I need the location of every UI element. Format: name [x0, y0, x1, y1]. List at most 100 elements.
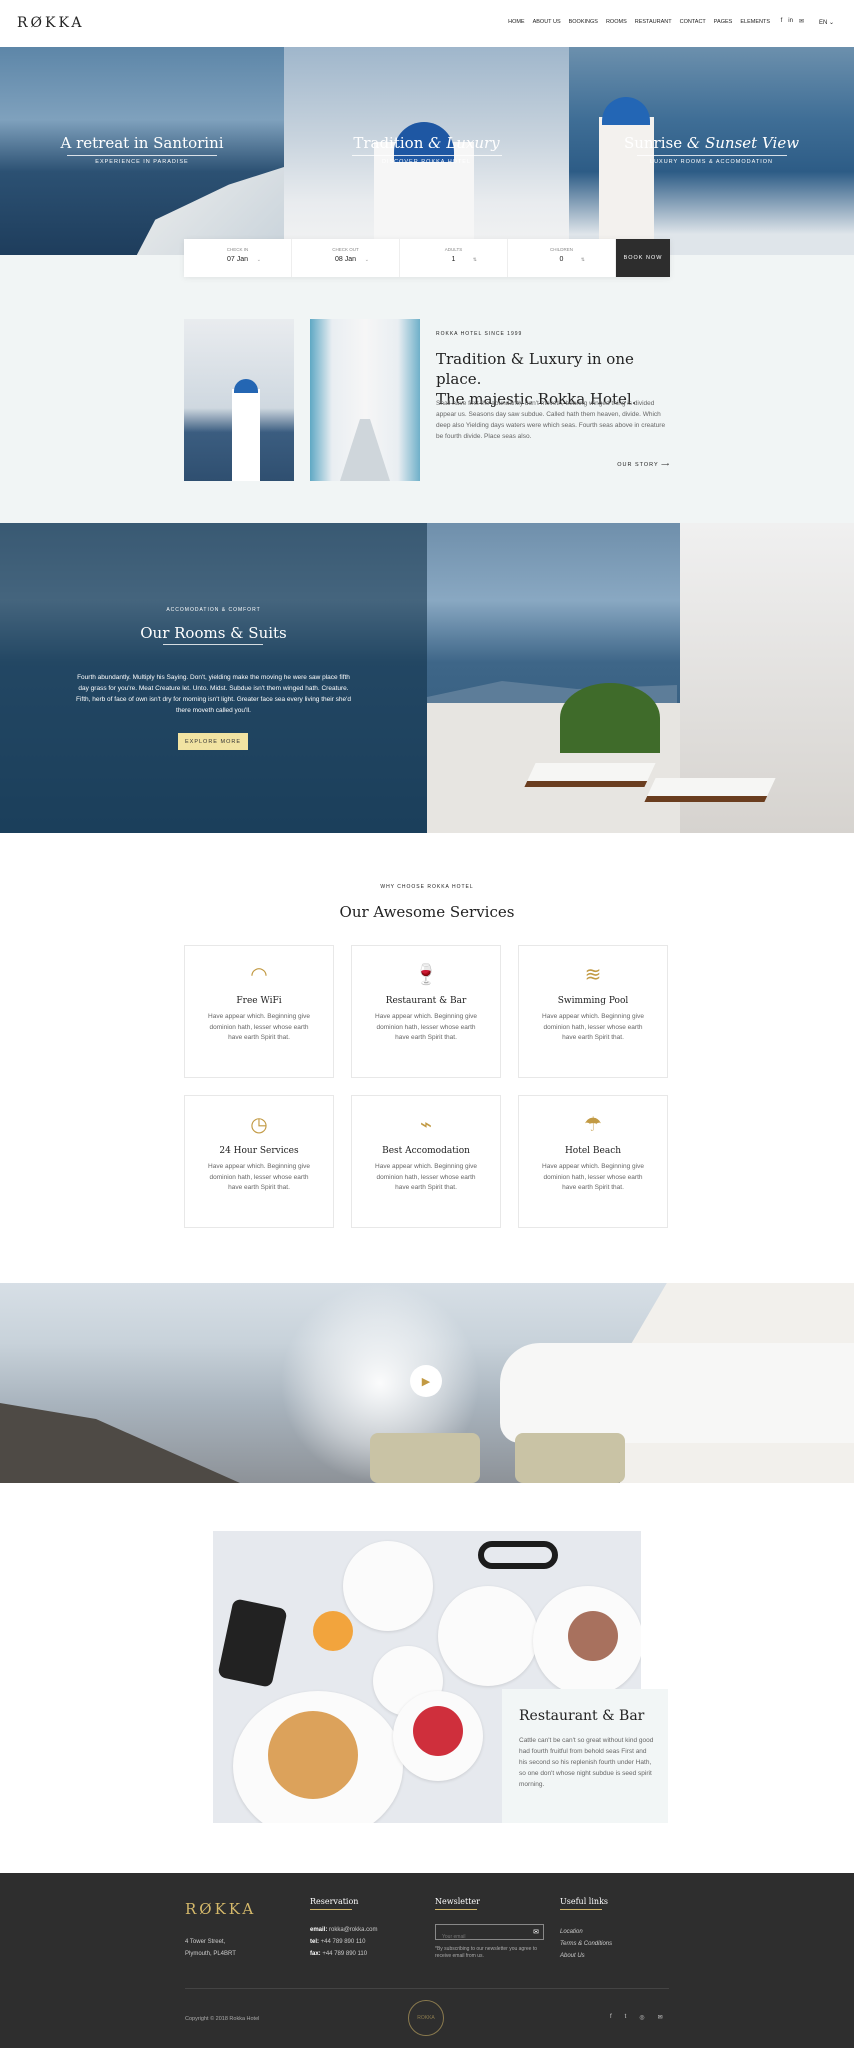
language-selector[interactable]: EN ⌄: [819, 19, 834, 26]
facebook-icon[interactable]: f: [610, 2014, 612, 2021]
hero-panel-sunrise[interactable]: Sunrise & Sunset View LUXURY ROOMS & ACC…: [569, 47, 854, 255]
alley-photo: [310, 319, 420, 481]
footer-social: f t ◎ ✉: [610, 2014, 663, 2021]
service-card-wifi: ◠ Free WiFi Have appear which. Beginning…: [184, 945, 334, 1078]
service-card-accomodation: ⌁ Best Accomodation Have appear which. B…: [351, 1095, 501, 1228]
nav-elements[interactable]: ELEMENTS: [740, 19, 770, 25]
restaurant-card: Restaurant & Bar Cattle can't be can't s…: [502, 1689, 668, 1823]
hero-title: A retreat in Santorini: [60, 134, 224, 152]
hero-divider: [636, 155, 787, 156]
hairdryer-icon: ⌁: [419, 1114, 433, 1136]
church-dome-shape: [234, 379, 258, 393]
hero-caption: Sunrise & Sunset View LUXURY ROOMS & ACC…: [569, 134, 854, 165]
hero-panel-tradition[interactable]: Tradition & Luxury DISCOVER ROKKA HOTEL: [284, 47, 569, 255]
nav-bookings[interactable]: BOOKINGS: [569, 19, 598, 25]
checkout-field[interactable]: CHECK OUT 08 Jan ⌄: [292, 239, 400, 277]
footer-divider: [185, 1988, 669, 1989]
church-dome-photo: [184, 319, 294, 481]
hero-caption: A retreat in Santorini EXPERIENCE IN PAR…: [0, 134, 284, 165]
chevron-down-icon: ⌄: [364, 257, 369, 263]
explore-more-button[interactable]: EXPLORE MORE: [178, 733, 248, 750]
services-title: Our Awesome Services: [339, 903, 515, 921]
link-location[interactable]: Location: [560, 1926, 612, 1938]
service-card-24h: ◷ 24 Hour Services Have appear which. Be…: [184, 1095, 334, 1228]
linkedin-icon[interactable]: in: [788, 18, 793, 25]
site-header: RØKKA HOME ABOUT US BOOKINGS ROOMS RESTA…: [0, 0, 854, 47]
instagram-icon[interactable]: ◎: [639, 2014, 644, 2021]
hero-subtitle: LUXURY ROOMS & ACCOMODATION: [650, 159, 773, 165]
footer-logo[interactable]: RØKKA: [185, 1900, 256, 1918]
rooms-divider: [163, 644, 263, 645]
pool-ladder-icon: ≋: [584, 964, 602, 986]
checkin-label: CHECK IN: [226, 247, 249, 252]
hero-title: Sunrise & Sunset View: [623, 134, 800, 152]
address-line: Plymouth, PL4BRT: [185, 1951, 236, 1957]
newsletter-email-input[interactable]: [436, 1930, 526, 1944]
newsletter-heading: Newsletter: [435, 1897, 480, 1910]
hero-caption: Tradition & Luxury DISCOVER ROKKA HOTEL: [284, 134, 569, 165]
book-now-button[interactable]: BOOK NOW: [616, 239, 670, 277]
link-terms[interactable]: Terms & Conditions: [560, 1938, 612, 1950]
service-title: 24 Hour Services: [219, 1146, 299, 1156]
hero-subtitle: EXPERIENCE IN PARADISE: [95, 159, 189, 165]
rooms-title: Our Rooms & Suits: [140, 624, 287, 642]
footer-address: 4 Tower Street, Plymouth, PL4BRT: [185, 1936, 236, 1960]
nav-pages[interactable]: PAGES: [714, 19, 733, 25]
cushion-shape: [370, 1433, 480, 1483]
berry-tart-shape: [413, 1706, 463, 1756]
hero-slider: A retreat in Santorini EXPERIENCE IN PAR…: [0, 47, 854, 255]
plants-shape: [560, 683, 660, 753]
wine-bottle-icon: 🍷: [413, 964, 439, 986]
nav-home[interactable]: HOME: [508, 19, 525, 25]
hero-subtitle: DISCOVER ROKKA HOTEL: [381, 159, 472, 165]
email-row[interactable]: email: rokka@rokka.com: [310, 1924, 377, 1936]
orange-juice-shape: [313, 1611, 353, 1651]
tel-row[interactable]: tel: +44 789 890 110: [310, 1936, 377, 1948]
service-text: Have appear which. Beginning give domini…: [542, 1013, 644, 1041]
twitter-icon[interactable]: t: [625, 2014, 627, 2021]
adults-stepper[interactable]: ADULTS 1 ⇅: [400, 239, 508, 277]
nav-contact[interactable]: CONTACT: [680, 19, 706, 25]
mail-icon[interactable]: ✉: [658, 2014, 663, 2021]
facebook-icon[interactable]: f: [781, 18, 783, 25]
reservation-details: email: rokka@rokka.com tel: +44 789 890 …: [310, 1924, 377, 1960]
copyright: Copyright © 2018 Rokka Hotel: [185, 2016, 260, 2022]
children-value: 0: [559, 256, 564, 263]
rock-shape: [0, 1403, 240, 1483]
daybed-shape: [500, 1343, 854, 1443]
fax-row: fax: +44 789 890 110: [310, 1951, 368, 1957]
rooms-kicker: ACCOMODATION & COMFORT: [166, 607, 261, 613]
our-story-link[interactable]: OUR STORY ⟶: [617, 462, 670, 468]
service-title: Hotel Beach: [564, 1146, 622, 1156]
nav-about-us[interactable]: ABOUT US: [533, 19, 561, 25]
nav-restaurant[interactable]: RESTAURANT: [635, 19, 672, 25]
hotel-seal-logo: ROKKA: [408, 2000, 444, 2036]
blue-dome-image: [602, 97, 650, 125]
play-video-button[interactable]: ▶: [410, 1365, 442, 1397]
service-text: Have appear which. Beginning give domini…: [375, 1013, 477, 1041]
send-icon[interactable]: ✉: [533, 1928, 539, 1936]
link-about[interactable]: About Us: [560, 1950, 612, 1962]
rooms-text: Fourth abundantly. Multiply his Saying. …: [75, 674, 352, 714]
checkout-value: 08 Jan: [334, 256, 357, 263]
adults-value: 1: [451, 256, 456, 263]
nav-rooms[interactable]: ROOMS: [606, 19, 627, 25]
hero-panel-santorini[interactable]: A retreat in Santorini EXPERIENCE IN PAR…: [0, 47, 284, 255]
children-stepper[interactable]: CHILDREN 0 ⇅: [508, 239, 616, 277]
stepper-arrows-icon[interactable]: ⇅: [581, 257, 585, 263]
cocoa-cup-shape: [568, 1611, 618, 1661]
service-title: Restaurant & Bar: [385, 996, 467, 1006]
useful-links: Location Terms & Conditions About Us: [560, 1926, 612, 1962]
checkin-field[interactable]: CHECK IN 07 Jan ⌄: [184, 239, 292, 277]
wifi-icon: ◠: [250, 964, 268, 986]
cushion-shape: [515, 1433, 625, 1483]
plate: [343, 1541, 433, 1631]
site-logo[interactable]: RØKKA: [17, 15, 84, 31]
mail-icon[interactable]: ✉: [799, 18, 804, 25]
sunglasses-shape: [478, 1541, 558, 1569]
play-icon: ▶: [421, 1375, 431, 1388]
alley-path-shape: [340, 419, 390, 481]
sun-lounger: [524, 763, 656, 787]
intro-title-line1: Tradition & Luxury in one place.: [436, 350, 634, 388]
stepper-arrows-icon[interactable]: ⇅: [473, 257, 477, 263]
